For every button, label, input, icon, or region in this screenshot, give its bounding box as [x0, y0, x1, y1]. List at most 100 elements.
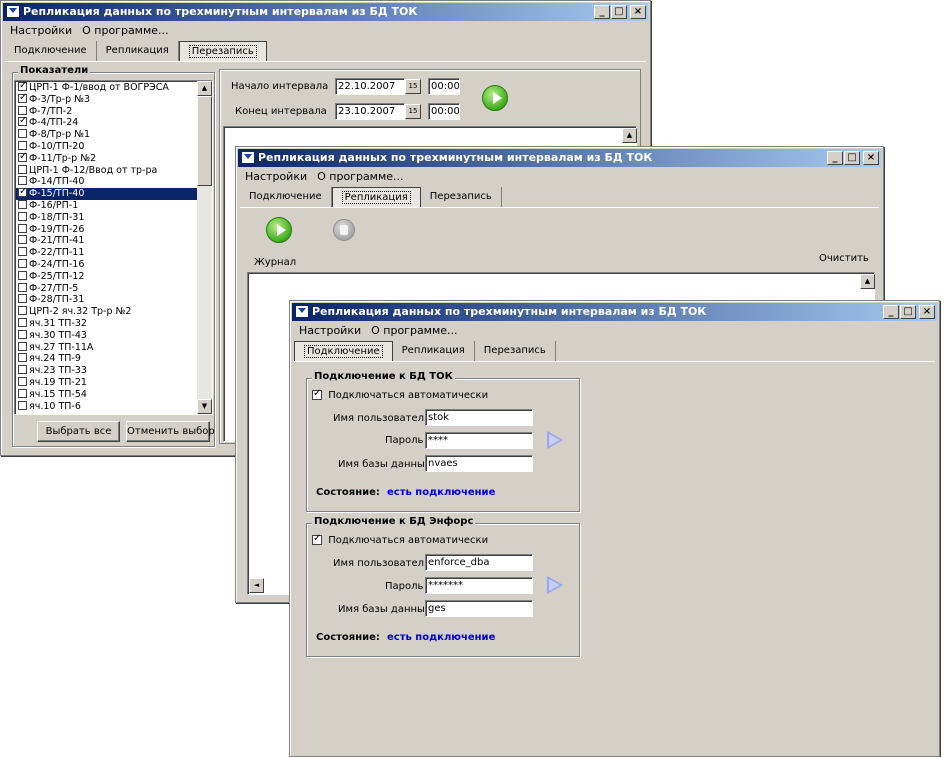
list-item[interactable]: Ф-16/РП-1: [16, 199, 197, 212]
checkbox-icon[interactable]: [18, 247, 27, 257]
list-item[interactable]: Ф-19/ТП-26: [16, 223, 197, 236]
end-calendar-icon[interactable]: 15: [405, 104, 421, 119]
list-item[interactable]: Ф-27/ТП-5: [16, 282, 197, 295]
checkbox-icon[interactable]: [18, 329, 27, 339]
scroll-down-arrow[interactable]: ▼: [197, 399, 212, 414]
checkbox-icon[interactable]: [18, 282, 27, 292]
select-all-button[interactable]: Выбрать все: [37, 421, 120, 442]
stop-replication-icon[interactable]: [333, 219, 355, 241]
scroll-thumb[interactable]: [197, 96, 212, 186]
title-bar[interactable]: Репликация данных по трехминутным интерв…: [3, 3, 648, 21]
list-item[interactable]: яч.19 ТП-21: [16, 376, 197, 389]
list-item[interactable]: Ф-22/ТП-11: [16, 247, 197, 259]
enforce-user-field[interactable]: enforce_dba: [425, 554, 533, 571]
list-item[interactable]: Ф-18/ТП-31: [16, 211, 197, 224]
checkbox-icon[interactable]: [18, 223, 27, 233]
checkbox-icon[interactable]: [18, 186, 27, 198]
checkbox-icon[interactable]: [18, 140, 27, 150]
checkbox-icon[interactable]: [18, 199, 27, 209]
list-item[interactable]: яч.31 ТП-32: [16, 317, 197, 330]
list-item[interactable]: Ф-11/Тр-р №2: [16, 151, 197, 165]
checkbox-icon[interactable]: [18, 115, 27, 127]
checkbox-icon[interactable]: [18, 81, 27, 92]
checkbox-icon[interactable]: [18, 105, 27, 115]
start-date-field[interactable]: 22.10.2007: [335, 78, 405, 95]
close-button[interactable]: ×: [863, 151, 879, 165]
list-item[interactable]: Ф-25/ТП-12: [16, 270, 197, 283]
list-item[interactable]: Ф-15/ТП-40: [16, 186, 197, 200]
list-item[interactable]: Ф-10/ТП-20: [16, 140, 197, 153]
deselect-button[interactable]: Отменить выбор: [126, 421, 215, 442]
journal-scroll-up-arrow[interactable]: ▲: [860, 274, 875, 289]
checkbox-icon[interactable]: [18, 341, 27, 351]
enforce-pass-field[interactable]: *******: [425, 577, 533, 594]
close-button[interactable]: ×: [630, 5, 646, 19]
tok-connect-arrow-icon[interactable]: [547, 431, 563, 449]
start-time-field[interactable]: 00:00: [428, 78, 460, 95]
checkbox-icon[interactable]: [18, 400, 27, 410]
tab-rewrite[interactable]: Перезапись: [475, 341, 556, 361]
tok-user-field[interactable]: stok: [425, 409, 533, 426]
menu-about[interactable]: О программе...: [366, 323, 462, 339]
checkbox-icon[interactable]: [18, 294, 27, 304]
tab-rewrite[interactable]: Перезапись: [178, 41, 267, 61]
checkbox-icon[interactable]: [18, 164, 27, 174]
minimize-button[interactable]: _: [883, 305, 899, 319]
enforce-auto-checkbox[interactable]: Подключаться автоматически: [312, 533, 488, 546]
enforce-connect-arrow-icon[interactable]: [547, 576, 563, 594]
start-replication-play-icon[interactable]: [266, 217, 292, 243]
checkbox-icon[interactable]: [18, 270, 27, 280]
list-item[interactable]: яч.30 ТП-43: [16, 329, 197, 342]
checkbox-icon[interactable]: [18, 258, 27, 268]
checkbox-icon[interactable]: [18, 388, 27, 398]
minimize-button[interactable]: _: [594, 5, 610, 19]
list-item[interactable]: яч.10 ТП-6: [16, 400, 197, 413]
minimize-button[interactable]: _: [827, 151, 843, 165]
list-item[interactable]: ЦРП-1 Ф-1/ввод от ВОГРЭСА: [16, 81, 197, 94]
maximize-button[interactable]: □: [611, 5, 627, 19]
list-item[interactable]: Ф-8/Тр-р №1: [16, 129, 197, 141]
start-calendar-icon[interactable]: 15: [405, 79, 421, 94]
menu-settings[interactable]: Настройки: [5, 23, 77, 39]
start-rewrite-play-icon[interactable]: [482, 85, 508, 111]
checkbox-icon[interactable]: [18, 129, 27, 139]
list-item[interactable]: Ф-4/ТП-24: [16, 115, 197, 129]
list-item[interactable]: Ф-7/ТП-2: [16, 105, 197, 118]
checkbox-icon[interactable]: [18, 376, 27, 386]
journal-scroll-left-arrow[interactable]: ◄: [249, 578, 264, 593]
list-item[interactable]: Ф-21/ТП-41: [16, 235, 197, 247]
checkbox-icon[interactable]: [18, 151, 27, 163]
menu-about[interactable]: О программе...: [312, 169, 408, 185]
tab-connect[interactable]: Подключение: [5, 41, 97, 61]
checkbox-icon[interactable]: [18, 365, 27, 375]
checkbox-icon[interactable]: [312, 533, 322, 545]
tab-connect[interactable]: Подключение: [240, 187, 332, 207]
tok-pass-field[interactable]: ****: [425, 432, 533, 449]
tab-rewrite[interactable]: Перезапись: [421, 187, 502, 207]
tok-db-field[interactable]: nvaes: [425, 455, 533, 472]
checkbox-icon[interactable]: [18, 211, 27, 221]
menu-settings[interactable]: Настройки: [294, 323, 366, 339]
list-item[interactable]: Ф-3/Тр-р №3: [16, 92, 197, 106]
tab-replicate[interactable]: Репликация: [97, 41, 179, 61]
menu-about[interactable]: О программе...: [77, 23, 173, 39]
title-bar[interactable]: Репликация данных по трехминутным интерв…: [238, 149, 881, 167]
end-time-field[interactable]: 00:00: [428, 103, 460, 120]
list-item[interactable]: Ф-24/ТП-16: [16, 258, 197, 271]
menu-settings[interactable]: Настройки: [240, 169, 312, 185]
checkbox-icon[interactable]: [18, 306, 27, 316]
close-button[interactable]: ×: [919, 305, 935, 319]
scroll-up-arrow[interactable]: ▲: [197, 81, 212, 96]
list-item[interactable]: ЦРП-1 Ф-12/Ввод от тр-ра: [16, 164, 197, 177]
list-item[interactable]: яч.27 ТП-11А: [16, 341, 197, 354]
list-item[interactable]: яч.23 ТП-33: [16, 365, 197, 377]
tab-replicate[interactable]: Репликация: [331, 187, 421, 207]
list-item[interactable]: ЦРП-2 яч.32 Тр-р №2: [16, 306, 197, 318]
list-scrollbar[interactable]: ▲ ▼: [197, 81, 212, 414]
log-scroll-up-arrow[interactable]: ▲: [622, 128, 637, 143]
checkbox-icon[interactable]: [18, 353, 27, 363]
tab-replicate[interactable]: Репликация: [393, 341, 475, 361]
checkbox-icon[interactable]: [18, 317, 27, 327]
tok-auto-checkbox[interactable]: Подключаться автоматически: [312, 388, 488, 401]
maximize-button[interactable]: □: [900, 305, 916, 319]
